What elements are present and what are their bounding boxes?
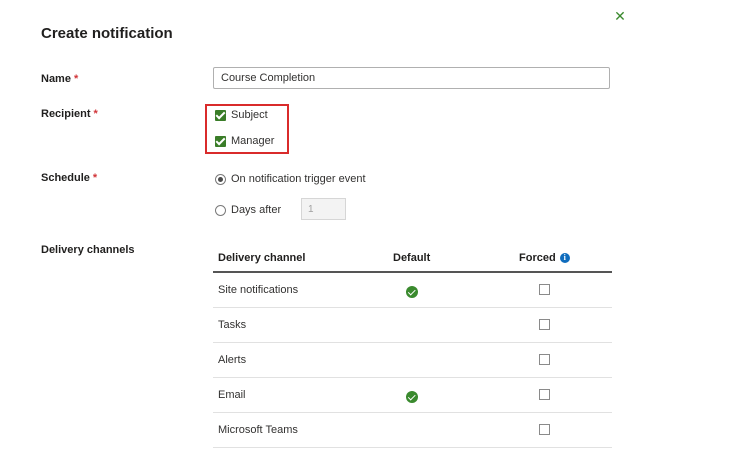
name-label: Name *	[41, 73, 79, 85]
days-after-input[interactable]	[301, 198, 346, 220]
row-divider	[213, 377, 612, 378]
table-row-alerts: Alerts	[218, 354, 247, 366]
table-row-microsoft-teams: Microsoft Teams	[218, 424, 298, 436]
required-mark: *	[92, 172, 98, 184]
recipient-label: Recipient *	[41, 108, 98, 120]
forced-checkbox[interactable]	[539, 389, 550, 400]
column-header-forced: Forced i	[519, 252, 570, 264]
default-check-icon	[406, 391, 418, 403]
forced-checkbox[interactable]	[539, 354, 550, 365]
default-check-icon	[406, 286, 418, 298]
forced-checkbox[interactable]	[539, 284, 550, 295]
row-divider	[213, 307, 612, 308]
radio-empty-icon	[215, 204, 226, 216]
table-row-email: Email	[218, 389, 246, 401]
highlight-box	[205, 104, 289, 154]
close-icon[interactable]: ✕	[612, 8, 628, 24]
info-icon[interactable]: i	[559, 253, 570, 264]
header-divider	[213, 271, 612, 273]
radio-selected-icon	[215, 173, 226, 185]
table-row-tasks: Tasks	[218, 319, 247, 331]
forced-checkbox[interactable]	[539, 424, 550, 435]
schedule-trigger-radio[interactable]: On notification trigger event	[215, 173, 366, 185]
radio-label: On notification trigger event	[231, 173, 366, 185]
table-row-site-notifications: Site notifications	[218, 284, 299, 296]
schedule-days-after-radio[interactable]: Days after	[215, 204, 281, 216]
column-header-default: Default	[393, 252, 431, 264]
row-divider	[213, 412, 612, 413]
row-divider	[213, 342, 612, 343]
dialog-title: Create notification	[41, 25, 173, 42]
required-mark: *	[73, 73, 79, 85]
schedule-label: Schedule *	[41, 172, 98, 184]
column-header-channel: Delivery channel	[218, 252, 306, 264]
required-mark: *	[93, 108, 98, 120]
delivery-channels-label: Delivery channels	[41, 244, 135, 256]
name-input[interactable]	[213, 67, 610, 89]
row-divider	[213, 447, 612, 448]
radio-label: Days after	[231, 204, 282, 216]
forced-checkbox[interactable]	[539, 319, 550, 330]
